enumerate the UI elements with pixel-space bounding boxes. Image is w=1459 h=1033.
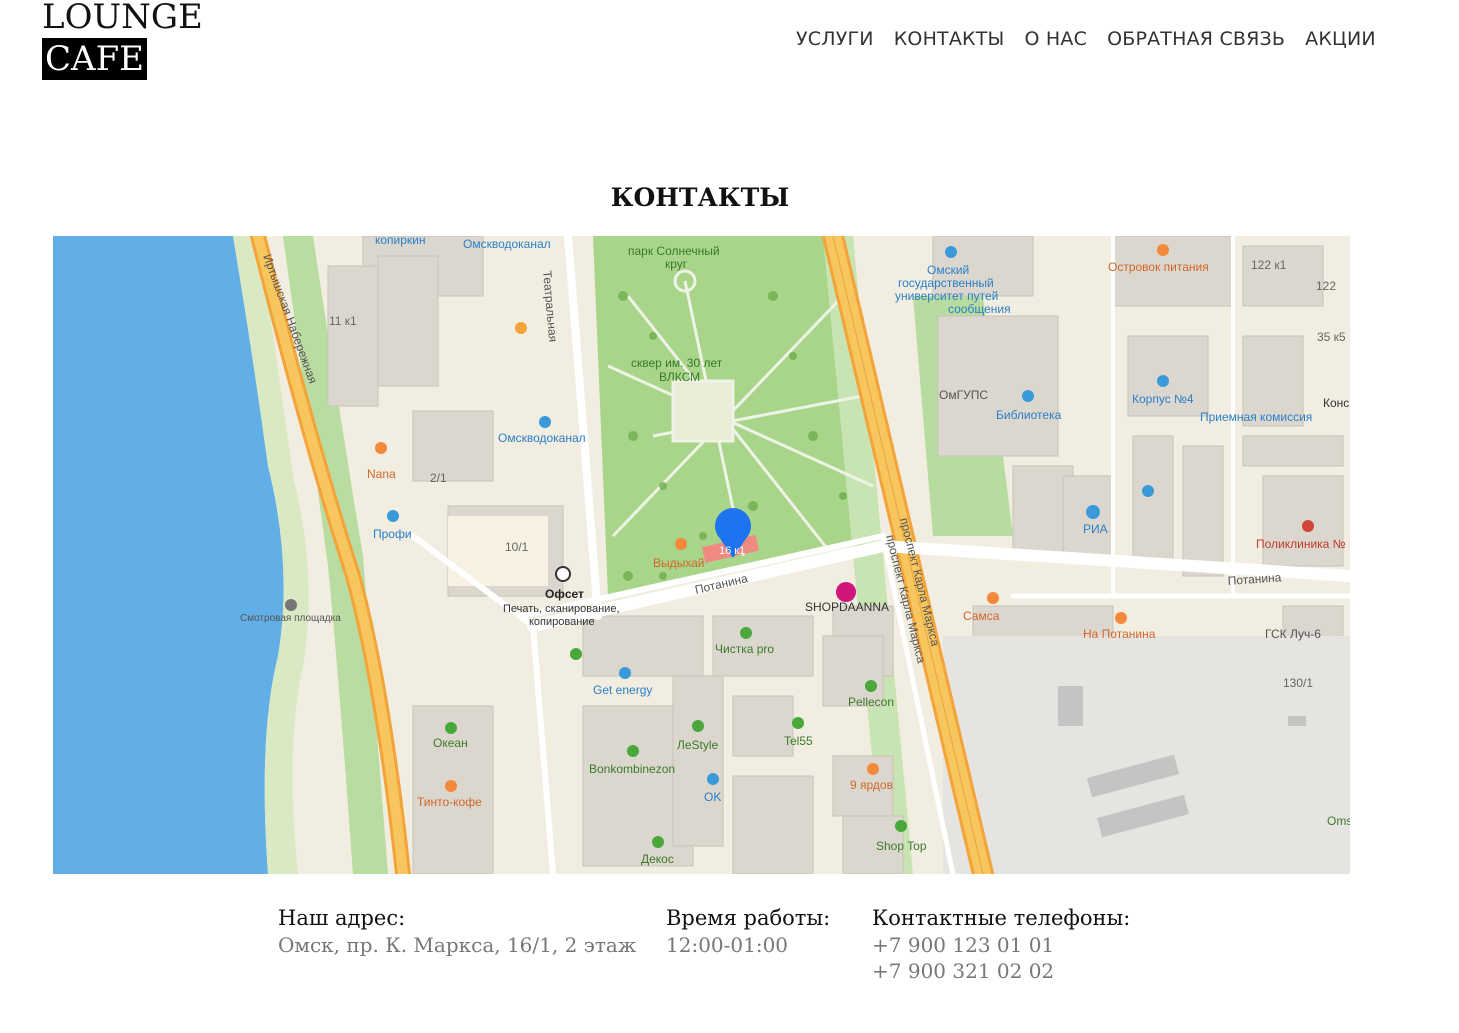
map-label: 2/1 xyxy=(430,471,447,485)
map-label: Декос xyxy=(641,852,674,866)
map-label: Nana xyxy=(367,467,396,481)
map-label: Омскводоканал xyxy=(498,431,586,445)
nav-item-contacts[interactable]: КОНТАКТЫ xyxy=(894,28,1005,50)
main-nav: УСЛУГИ КОНТАКТЫ О НАС ОБРАТНАЯ СВЯЗЬ АКЦ… xyxy=(796,28,1396,50)
map-label: Печать, сканирование, xyxy=(503,603,620,615)
map-label: ЛеStyle xyxy=(677,738,719,752)
map-label: парк Солнечный xyxy=(628,244,720,258)
map-label: Выдыхай xyxy=(653,556,705,570)
map-label: ГСК Луч-6 xyxy=(1265,627,1321,641)
page-title: КОНТАКТЫ xyxy=(610,183,790,212)
logo-line1: LOUNGE xyxy=(42,0,203,37)
map-label: Конс xyxy=(1323,396,1349,410)
map-label: Bonkombinezon xyxy=(589,762,675,776)
map-label: Островок питания xyxy=(1108,260,1209,274)
phones-label: Контактные телефоны: xyxy=(872,906,1131,930)
map-label: круг xyxy=(665,257,688,271)
map-label: Библиотека xyxy=(996,408,1062,422)
map-label: копиркин xyxy=(375,236,426,247)
map-label: Чистка pro xyxy=(715,642,774,656)
map-label: 11 к1 xyxy=(329,314,357,328)
map-label: Тинто-кофе xyxy=(417,795,482,809)
phone-1[interactable]: +7 900 123 01 01 xyxy=(872,932,1130,958)
nav-item-promotions[interactable]: АКЦИИ xyxy=(1305,28,1376,50)
map-label: На Потанина xyxy=(1083,627,1156,641)
map-label: Приемная комиссия xyxy=(1200,410,1312,424)
map-label: ОмГУПС xyxy=(939,388,988,402)
nav-item-services[interactable]: УСЛУГИ xyxy=(796,28,874,50)
address-value: Омск, пр. К. Маркса, 16/1, 2 этаж xyxy=(278,933,637,957)
map-label: 9 ярдов xyxy=(850,778,893,792)
map-label: Oms xyxy=(1327,814,1350,828)
nav-item-about[interactable]: О НАС xyxy=(1025,28,1088,50)
map-label: университет путей xyxy=(895,289,998,303)
logo[interactable]: LOUNGE CAFE xyxy=(42,0,203,80)
map-label: сквер им. 30 лет xyxy=(631,356,723,370)
map-label: Поликлиника № xyxy=(1256,537,1346,551)
address-label: Наш адрес: xyxy=(278,906,406,930)
map[interactable]: копиркин Омскводоканал парк Солнечный кр… xyxy=(53,236,1350,874)
map-label: Омскводоканал xyxy=(463,237,551,251)
map-label: 16 к1 xyxy=(719,545,745,557)
address-block: Наш адрес: Омск, пр. К. Маркса, 16/1, 2 … xyxy=(278,904,636,958)
map-label: 122 xyxy=(1316,279,1336,293)
hours-block: Время работы: 12:00-01:00 xyxy=(666,904,830,958)
map-label: 122 к1 xyxy=(1251,258,1287,272)
phones-block: Контактные телефоны: +7 900 123 01 01 +7… xyxy=(872,904,1130,984)
map-label: Профи xyxy=(373,527,412,541)
map-label: 35 к5 xyxy=(1317,330,1346,344)
map-label: сообщения xyxy=(948,302,1011,316)
map-label: ВЛКСМ xyxy=(659,370,700,384)
map-label: Смотровая площадка xyxy=(240,613,341,624)
map-label: Get energy xyxy=(593,683,652,697)
map-label: Корпус №4 xyxy=(1132,392,1194,406)
map-label: Tel55 xyxy=(784,734,813,748)
map-label: OK xyxy=(704,790,721,804)
map-label: РИА xyxy=(1083,522,1108,536)
logo-line2: CAFE xyxy=(42,38,147,80)
map-label: 10/1 xyxy=(505,540,529,554)
map-label: Омский xyxy=(927,263,969,277)
phone-2[interactable]: +7 900 321 02 02 xyxy=(872,958,1130,984)
hours-label: Время работы: xyxy=(666,906,831,930)
map-label: 130/1 xyxy=(1283,676,1313,690)
map-label: Океан xyxy=(433,736,468,750)
hours-value: 12:00-01:00 xyxy=(666,933,789,957)
map-label: копирование xyxy=(529,616,595,628)
map-label: SHOPDAANNA xyxy=(805,600,889,614)
map-label: Офсет xyxy=(545,587,584,601)
nav-item-feedback[interactable]: ОБРАТНАЯ СВЯЗЬ xyxy=(1107,28,1285,50)
map-label: Самса xyxy=(963,609,1000,623)
map-label: Pellecon xyxy=(848,695,894,709)
map-label: Shop Top xyxy=(876,839,927,853)
map-label: государственный xyxy=(898,276,994,290)
